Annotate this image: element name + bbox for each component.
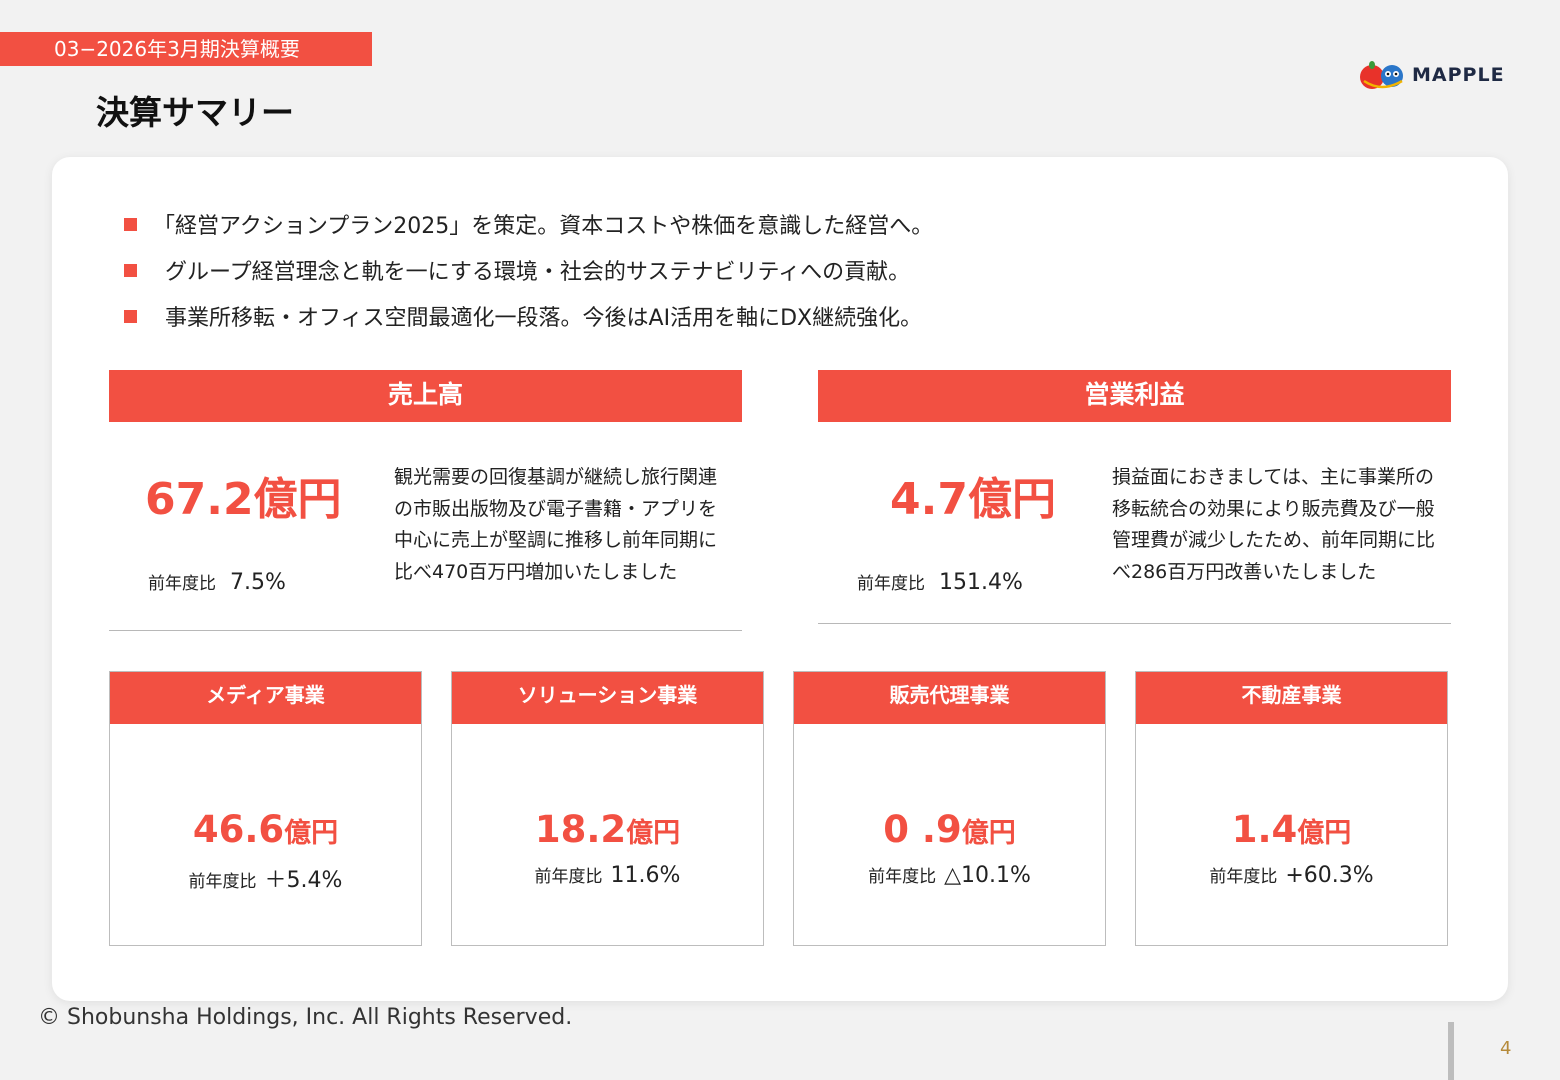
segment-heading: 販売代理事業: [794, 672, 1105, 724]
segment-heading: メディア事業: [110, 672, 421, 724]
segment-card-media: メディア事業 46.6億円 前年度比 ＋5.4%: [109, 671, 422, 946]
bullet-square-icon: [124, 263, 137, 277]
summary-card: 「経営アクションプラン2025」を策定。資本コストや株価を意識した経営へ。 グル…: [52, 157, 1508, 1001]
bullet-square-icon: [124, 217, 137, 231]
company-logo: MAPPLE: [1358, 58, 1508, 92]
yoy-value: +60.3%: [1285, 863, 1374, 888]
yoy-label: 前年度比: [1209, 867, 1278, 887]
yoy-value: 151.4%: [939, 570, 1023, 595]
operating-profit-description: 損益面におきましては、主に事業所の移転統合の効果により販売費及び一般管理費が減少…: [1112, 466, 1436, 583]
bullet-square-icon: [124, 309, 137, 323]
section-tag: 03−2026年3月期決算概要: [0, 32, 372, 66]
sales-heading: 売上高: [109, 370, 742, 422]
segment-value-unit: 億円: [1297, 818, 1352, 849]
footer-divider: [1448, 1022, 1454, 1080]
segment-value: 1.4億円: [1136, 808, 1447, 851]
segment-value-number: 1.4: [1231, 808, 1298, 851]
apple-mascot-icon: [1360, 61, 1403, 89]
yoy-value: 7.5%: [230, 570, 286, 595]
bullet-item: グループ経営理念と軌を一にする環境・社会的サステナビリティへの貢献。: [124, 247, 933, 293]
segment-value: 46.6億円: [110, 808, 421, 851]
yoy-label: 前年度比: [868, 867, 937, 887]
segment-value: 0 .9億円: [794, 808, 1105, 851]
copyright: © Shobunsha Holdings, Inc. All Rights Re…: [38, 1005, 573, 1030]
segment-heading: 不動産事業: [1136, 672, 1447, 724]
segment-card-sales-agency: 販売代理事業 0 .9億円 前年度比 △10.1%: [793, 671, 1106, 946]
segment-value-number: 0 .9: [883, 808, 962, 851]
segment-value-number: 18.2: [534, 808, 627, 851]
divider: [818, 623, 1451, 624]
bullet-item: 事業所移転・オフィス空間最適化一段落。今後はAI活用を軸にDX継続強化。: [124, 293, 933, 339]
yoy-value: ＋5.4%: [264, 868, 343, 893]
bullet-text: グループ経営理念と軌を一にする環境・社会的サステナビリティへの貢献。: [165, 260, 911, 285]
segment-value-unit: 億円: [626, 818, 681, 849]
yoy-value: △10.1%: [944, 863, 1031, 888]
segment-yoy: 前年度比 11.6%: [452, 862, 763, 888]
segment-card-solution: ソリューション事業 18.2億円 前年度比 11.6%: [451, 671, 764, 946]
page-title: 決算サマリー: [96, 93, 294, 132]
operating-profit-value: 4.7億円: [890, 474, 1056, 525]
operating-profit-heading: 営業利益: [818, 370, 1451, 422]
segment-value-unit: 億円: [961, 818, 1016, 849]
yoy-label: 前年度比: [534, 867, 603, 887]
bullet-text: 「経営アクションプラン2025」を策定。資本コストや株価を意識した経営へ。: [153, 214, 934, 239]
operating-profit-yoy: 前年度比 151.4%: [857, 569, 1023, 595]
divider: [109, 630, 742, 631]
sales-value: 67.2億円: [145, 474, 342, 525]
yoy-label: 前年度比: [148, 574, 216, 594]
bullet-text: 事業所移転・オフィス空間最適化一段落。今後はAI活用を軸にDX継続強化。: [165, 306, 923, 331]
segment-value: 18.2億円: [452, 808, 763, 851]
logo-text: MAPPLE: [1412, 64, 1505, 86]
segment-card-real-estate: 不動産事業 1.4億円 前年度比 +60.3%: [1135, 671, 1448, 946]
yoy-label: 前年度比: [188, 872, 257, 892]
sales-description: 観光需要の回復基調が継続し旅行関連の市販出版物及び電子書籍・アプリを中心に売上が…: [394, 466, 718, 583]
yoy-label: 前年度比: [857, 574, 925, 594]
segment-yoy: 前年度比 +60.3%: [1136, 862, 1447, 888]
segment-value-number: 46.6: [192, 808, 285, 851]
sales-yoy: 前年度比 7.5%: [148, 569, 286, 595]
bullet-list: 「経営アクションプラン2025」を策定。資本コストや株価を意識した経営へ。 グル…: [124, 201, 933, 339]
segment-heading: ソリューション事業: [452, 672, 763, 724]
segment-yoy: 前年度比 △10.1%: [794, 862, 1105, 888]
page-number: 4: [1500, 1038, 1512, 1059]
bullet-item: 「経営アクションプラン2025」を策定。資本コストや株価を意識した経営へ。: [124, 201, 933, 247]
yoy-value: 11.6%: [610, 863, 681, 888]
segment-yoy: 前年度比 ＋5.4%: [110, 862, 421, 894]
segment-value-unit: 億円: [284, 818, 339, 849]
